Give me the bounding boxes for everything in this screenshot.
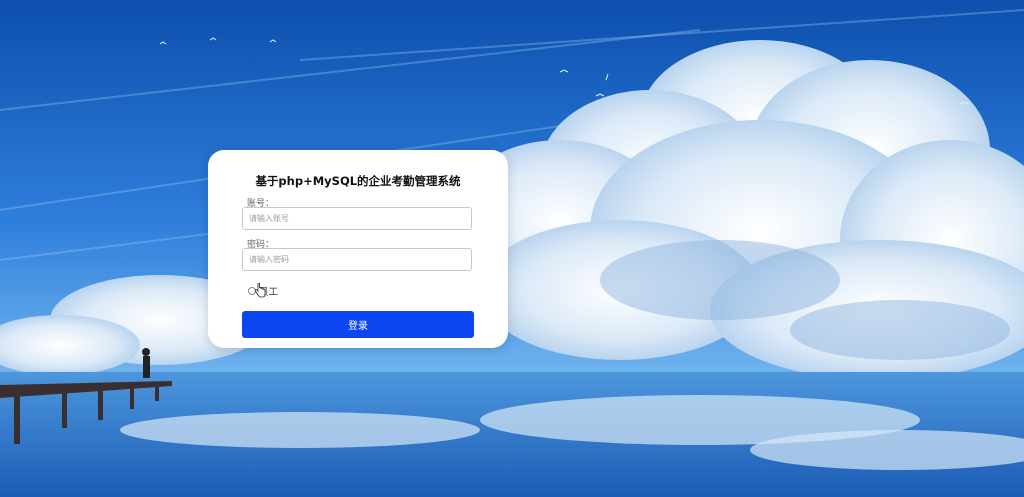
hand-cursor-icon <box>254 283 266 298</box>
password-input[interactable] <box>242 248 472 271</box>
login-title: 基于php+MySQL的企业考勤管理系统 <box>255 174 461 188</box>
background-scene <box>0 0 1024 497</box>
login-card: 基于php+MySQL的企业考勤管理系统 账号： 密码： 员工 登录 <box>208 150 508 348</box>
account-input[interactable] <box>242 207 472 230</box>
login-button[interactable]: 登录 <box>242 311 474 338</box>
